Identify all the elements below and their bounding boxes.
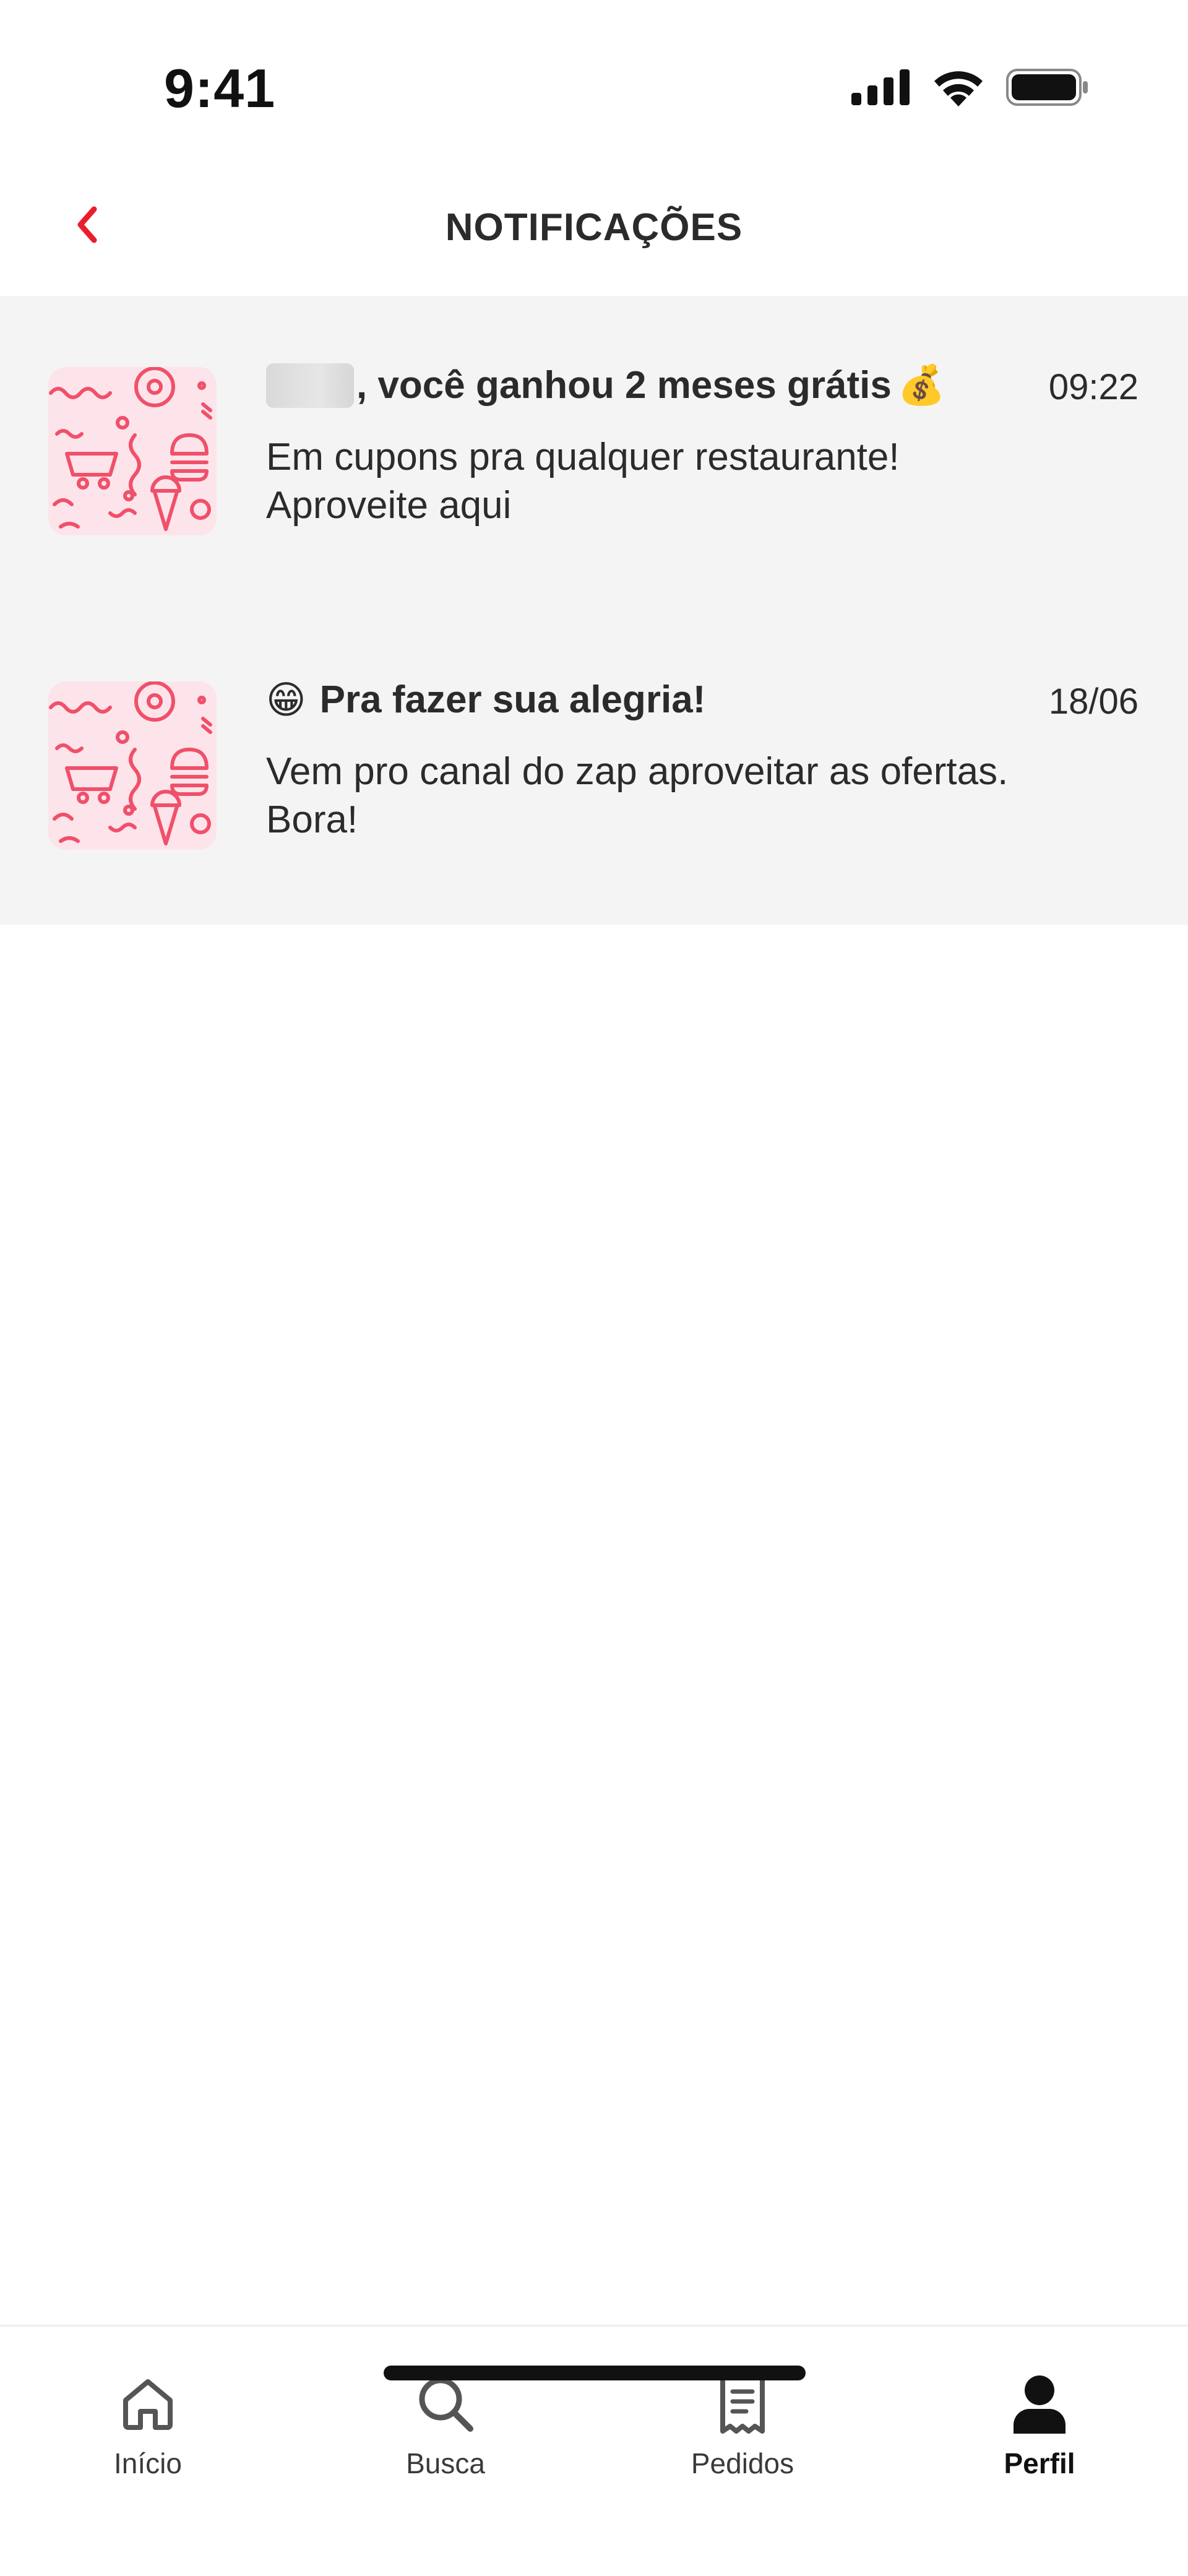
notification-thumbnail <box>48 681 217 850</box>
money-bag-icon: 💰 <box>897 364 946 407</box>
battery-icon <box>1006 69 1089 109</box>
profile-icon <box>1005 2370 1074 2438</box>
signal-icon <box>851 69 911 108</box>
redacted-name <box>266 363 354 408</box>
notification-title: , você ganhou 2 meses grátis 💰 <box>266 363 952 408</box>
notification-thumbnail <box>48 367 217 535</box>
notification-time: 09:22 <box>1048 367 1138 407</box>
tab-label: Busca <box>406 2447 485 2479</box>
home-indicator[interactable] <box>384 2366 806 2380</box>
notification-time: 18/06 <box>1048 681 1138 722</box>
home-icon <box>114 2370 182 2438</box>
notification-title: 😁 Pra fazer sua alegria! <box>266 678 706 722</box>
tab-perfil[interactable]: Perfil <box>947 2345 1132 2500</box>
notification-body: Em cupons pra qualquer restaurante! Apro… <box>266 436 900 527</box>
tab-label: Pedidos <box>691 2447 794 2479</box>
notifications-list: , você ganhou 2 meses grátis 💰 Em cupons… <box>0 296 1188 925</box>
page-header: NOTIFICAÇÕES <box>0 155 1188 296</box>
status-time: 9:41 <box>164 58 276 119</box>
tab-inicio[interactable]: Início <box>55 2345 241 2500</box>
grinning-face-icon: 😁 <box>266 679 306 722</box>
notification-item[interactable]: , você ganhou 2 meses grátis 💰 Em cupons… <box>0 296 1188 610</box>
tab-label: Início <box>114 2447 182 2479</box>
status-bar: 9:41 <box>0 0 1188 155</box>
notification-item[interactable]: 😁 Pra fazer sua alegria! Vem pro canal d… <box>0 610 1188 925</box>
wifi-icon <box>932 68 985 110</box>
page-title: NOTIFICAÇÕES <box>445 206 743 249</box>
tab-label: Perfil <box>1004 2447 1075 2479</box>
notification-body: Vem pro canal do zap aproveitar as ofert… <box>266 750 1009 841</box>
status-icons <box>851 68 1089 110</box>
bottom-tab-bar: Início Busca Pedidos Perfil <box>0 2325 1188 2576</box>
